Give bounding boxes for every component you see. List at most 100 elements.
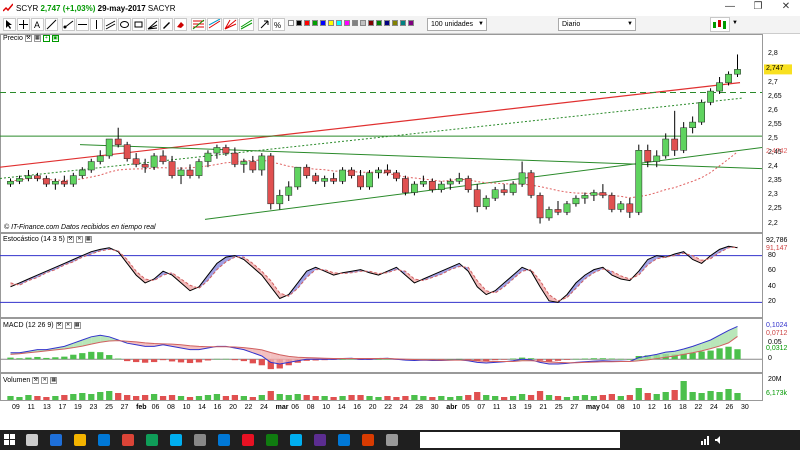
units-select[interactable]: 100 unidades ▼ [427,18,487,31]
macd-histogram-bar [124,359,131,362]
fibonacci-tool-button[interactable] [191,18,206,31]
crosshair-tool-button[interactable] [17,18,30,31]
andrews-tool-button[interactable] [239,18,254,31]
taskbar-app-10[interactable] [242,430,256,450]
arrow-tool-button[interactable] [258,18,271,31]
close-button[interactable]: ✕ [772,0,800,16]
app-icon [98,434,110,446]
line-tool-button[interactable] [45,18,58,31]
settings-icon[interactable]: ▦ [50,377,58,384]
wrench-icon[interactable]: ⚒ [55,322,63,329]
wrench-icon[interactable]: ⚒ [32,377,40,384]
taskbar-app-13[interactable] [314,430,328,450]
period-select[interactable]: Diario ▼ [558,18,636,31]
volume-bar [590,396,598,400]
ellipse-tool-button[interactable] [118,18,131,31]
swatch-9[interactable] [360,20,366,26]
delete-tool-button[interactable] [174,18,187,31]
swatch-1[interactable] [296,20,302,26]
taskbar-app-16[interactable] [386,430,400,450]
macd-histogram-bar [141,359,149,363]
taskbar-app-3[interactable] [74,430,88,450]
candle [294,166,302,188]
channel-tool-button[interactable] [104,18,117,31]
chart-type-button[interactable] [710,17,730,32]
date-tick-label: 28 [415,404,424,411]
stochastic-tick-label: 80 [768,251,776,259]
swatch-6[interactable] [336,20,342,26]
swatch-10[interactable] [368,20,374,26]
cursor-tool-button[interactable] [3,18,16,31]
rect-tool-button[interactable] [132,18,145,31]
candle [312,175,320,182]
tray-volume[interactable] [714,430,724,450]
taskbar-app-15[interactable] [362,430,376,450]
swatch-15[interactable] [408,20,414,26]
taskbar-app-4[interactable] [98,430,112,450]
address-bar[interactable] [420,432,620,448]
taskbar-app-2[interactable] [50,430,64,450]
swatch-11[interactable] [376,20,382,26]
add-indicator-icon[interactable]: + [42,35,50,42]
macd-histogram-bar [52,357,59,360]
regression-tool-button[interactable] [207,18,222,31]
fan-tool-button[interactable] [146,18,159,31]
pencil-tool-button[interactable] [160,18,173,31]
swatch-12[interactable] [384,20,390,26]
close-icon[interactable]: ✕ [64,322,72,329]
macd-histogram-bar [698,351,705,360]
maximize-button[interactable]: ❐ [744,0,772,16]
swatch-0[interactable] [288,20,294,26]
settings-icon[interactable]: ▦ [73,322,81,329]
macd-histogram-bar [492,359,499,361]
settings-icon[interactable]: ▦ [84,236,92,243]
chart-type-dropdown-arrow[interactable]: ▼ [732,20,738,26]
ray-tool-button[interactable] [62,18,75,31]
candle [25,175,32,179]
swatch-4[interactable] [320,20,326,26]
start-button[interactable] [4,430,16,450]
percent-tool-button[interactable]: % [272,18,285,31]
volume-bar [429,397,436,400]
taskbar-app-12[interactable] [290,430,304,450]
taskbar-app-5[interactable] [122,430,136,450]
taskbar-app-6[interactable] [146,430,160,450]
vline-tool-button[interactable] [90,18,103,31]
swatch-3[interactable] [312,20,318,26]
close-icon[interactable]: ✕ [75,236,83,243]
taskbar-app-9[interactable] [218,430,232,450]
taskbar-app-1[interactable] [26,430,40,450]
text-tool-button[interactable]: A [31,18,44,31]
date-tick-label: 25 [105,404,113,411]
candle [680,127,688,151]
taskbar-app-8[interactable] [194,430,208,450]
date-label: 29-may-2017 [97,3,146,13]
taskbar-app-14[interactable] [338,430,352,450]
close-icon[interactable]: ✕ [41,377,49,384]
minimize-button[interactable]: — [716,0,744,16]
wrench-icon[interactable]: ⚒ [24,35,32,42]
swatch-14[interactable] [400,20,406,26]
wrench-icon[interactable]: ⚒ [66,236,74,243]
swatch-5[interactable] [328,20,334,26]
hline-tool-button[interactable] [76,18,89,31]
app-icon [122,434,134,446]
taskbar-app-11[interactable] [266,430,280,450]
date-tick-label: feb [136,404,147,411]
price-change-label: 2,747 (+1,03%) [40,3,96,13]
swatch-13[interactable] [392,20,398,26]
chart-canvas[interactable] [0,34,800,430]
expand-icon[interactable]: ▣ [51,35,59,42]
swatch-7[interactable] [344,20,350,26]
candle [285,186,293,196]
volume-bar [456,396,463,400]
gann-tool-button[interactable] [223,18,238,31]
chart-type-icon [713,20,726,29]
swatch-2[interactable] [304,20,310,26]
swatch-8[interactable] [352,20,358,26]
date-tick-label: 13 [508,404,517,411]
taskbar-app-7[interactable] [170,430,184,450]
settings-icon[interactable]: ▦ [33,35,41,42]
tray-network[interactable] [700,430,710,450]
stochastic-tick-label: 20 [768,298,776,306]
